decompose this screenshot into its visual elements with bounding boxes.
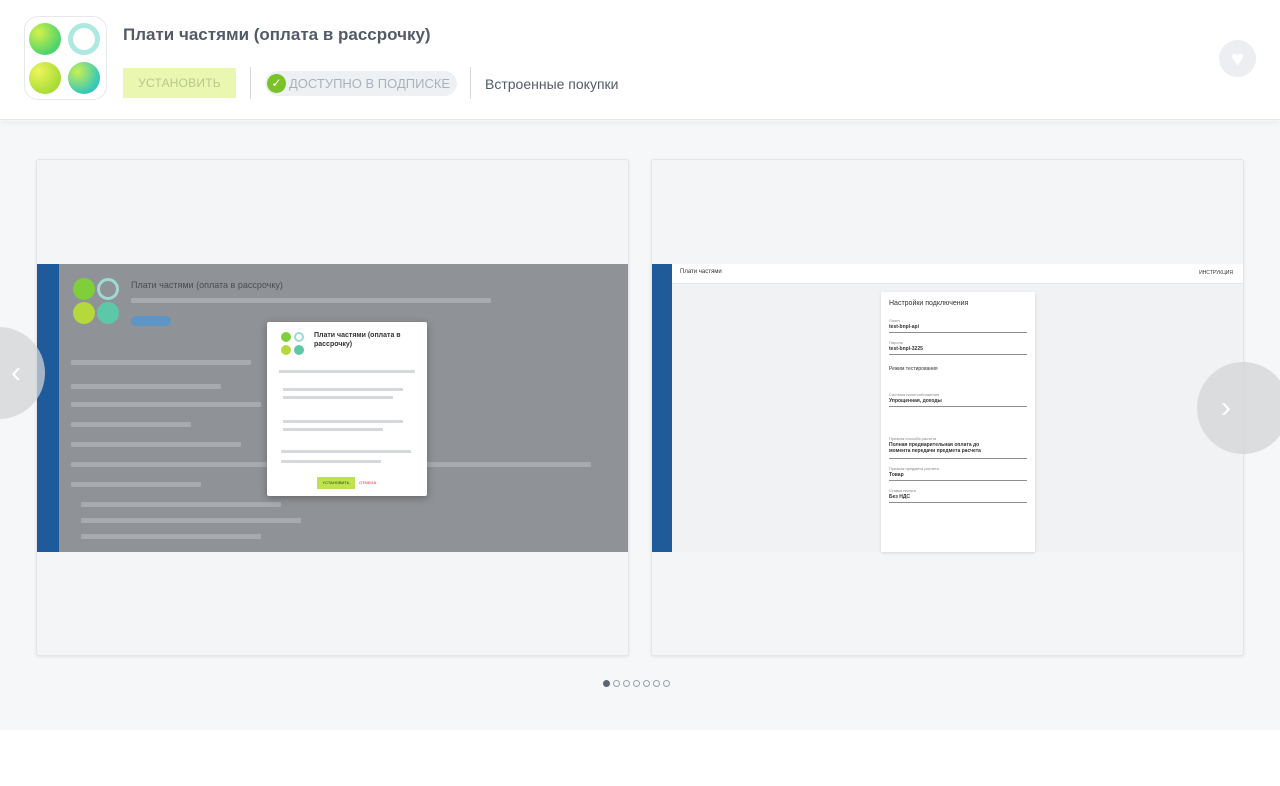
logo-dot xyxy=(68,62,100,94)
text-line xyxy=(283,396,393,399)
screenshot-card[interactable]: Плати частями (оплата в рассрочку) Плати… xyxy=(36,159,629,656)
text-line xyxy=(71,482,201,487)
text-line xyxy=(71,384,221,389)
gallery-pager xyxy=(603,680,670,690)
logo-dot xyxy=(281,345,291,355)
vat-field xyxy=(889,491,1027,503)
password-field xyxy=(889,343,1027,355)
logo-dot xyxy=(281,332,291,342)
divider xyxy=(470,67,471,99)
text-line xyxy=(81,518,301,523)
install-button[interactable]: УСТАНОВИТЬ xyxy=(123,68,236,98)
logo-dot xyxy=(73,278,95,300)
field-label: Признак способа расчета xyxy=(889,436,937,441)
screenshot-image: Плати частями (оплата в рассрочку) Плати… xyxy=(37,264,628,552)
in-app-purchases-label: Встроенные покупки xyxy=(485,76,619,92)
logo-ring xyxy=(97,278,119,300)
mini-button xyxy=(131,316,171,326)
field-value: Режим тестирования xyxy=(889,366,938,372)
subscription-label: ДОСТУПНО В ПОДПИСКЕ xyxy=(289,76,451,91)
pager-dot[interactable] xyxy=(613,680,620,687)
text-line xyxy=(71,360,251,365)
form-title: Настройки подключения xyxy=(889,300,969,307)
login-field xyxy=(889,321,1027,333)
heart-icon[interactable]: ♥ xyxy=(1219,40,1256,77)
modal-cancel-button: ОТМЕНА xyxy=(359,480,377,485)
pager-dot[interactable] xyxy=(643,680,650,687)
text-line xyxy=(71,422,191,427)
screenshot-instruction: ИНСТРУКЦИЯ xyxy=(1199,270,1233,276)
logo-dot xyxy=(29,23,61,55)
logo-dot xyxy=(73,302,95,324)
divider xyxy=(250,67,251,99)
logo-ring xyxy=(294,332,304,342)
text-line xyxy=(71,442,241,447)
logo-dot xyxy=(97,302,119,324)
logo-dot xyxy=(29,62,61,94)
chevron-right-icon[interactable]: › xyxy=(1197,362,1280,454)
screenshot-brand: Плати частями xyxy=(680,269,722,275)
payment-field xyxy=(889,447,1027,459)
screenshot-topbar: Плати частями ИНСТРУКЦИЯ xyxy=(672,264,1243,284)
app-header: Плати частями (оплата в рассрочку) УСТАН… xyxy=(0,0,1280,120)
pager-dot[interactable] xyxy=(633,680,640,687)
text-line xyxy=(81,534,261,539)
screenshot-image: Плати частями ИНСТРУКЦИЯ Настройки подкл… xyxy=(652,264,1243,552)
text-line xyxy=(81,502,281,507)
screenshot-app-title: Плати частями (оплата в рассрочку) xyxy=(131,280,283,290)
subscription-badge: ✓ ДОСТУПНО В ПОДПИСКЕ xyxy=(265,71,457,96)
text-line xyxy=(279,370,415,373)
screenshot-gallery: Плати частями (оплата в рассрочку) Плати… xyxy=(0,121,1280,730)
subject-field xyxy=(889,469,1027,481)
modal-title: Плати частями (оплата в рассрочку) xyxy=(314,332,401,348)
text-line xyxy=(281,450,411,453)
check-circle-icon: ✓ xyxy=(267,74,286,93)
text-line xyxy=(283,388,403,391)
settings-form: Настройки подключения Логин test-bnpl-ap… xyxy=(881,292,1035,552)
app-title: Плати частями (оплата в рассрочку) xyxy=(123,25,431,44)
text-line xyxy=(71,402,261,407)
pager-dot[interactable] xyxy=(623,680,630,687)
app-logo xyxy=(24,16,107,100)
text-line xyxy=(131,298,491,303)
text-line xyxy=(283,428,383,431)
logo-dot xyxy=(294,345,304,355)
pager-dot[interactable] xyxy=(653,680,660,687)
text-line xyxy=(283,420,403,423)
text-line xyxy=(281,460,381,463)
pager-dot[interactable] xyxy=(603,680,610,687)
taxation-field xyxy=(889,395,1027,407)
pager-dot[interactable] xyxy=(663,680,670,687)
screenshot-card[interactable]: Плати частями ИНСТРУКЦИЯ Настройки подкл… xyxy=(651,159,1244,656)
sidebar-strip xyxy=(652,264,672,552)
logo-ring xyxy=(68,23,100,55)
modal-install-button: УСТАНОВИТЬ xyxy=(317,477,355,489)
sidebar-strip xyxy=(37,264,59,552)
permissions-modal: Плати частями (оплата в рассрочку) УСТАН… xyxy=(267,322,427,496)
